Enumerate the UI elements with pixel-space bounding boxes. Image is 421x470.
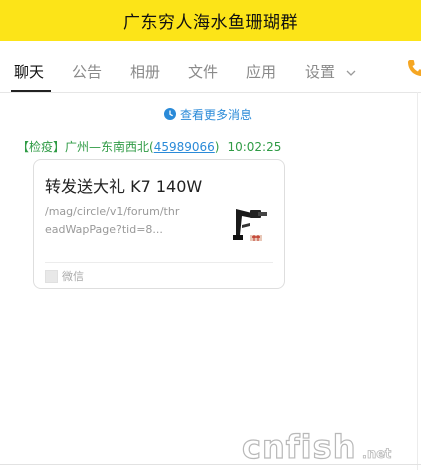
sender-name-suffix: ) [214,140,220,154]
sender-uid-link[interactable]: 45989066 [154,140,215,154]
tab-album[interactable]: 相册 [130,61,160,82]
tab-files[interactable]: 文件 [188,61,218,82]
card-title: 转发送大礼 K7 140W [45,177,203,196]
card-thumbnail [228,205,272,247]
active-tab-indicator [11,90,51,92]
bottom-divider [0,464,421,465]
view-more-messages-label: 查看更多消息 [180,107,253,122]
chevron-down-icon [346,70,356,76]
tab-announcement[interactable]: 公告 [72,61,102,82]
shared-link-card[interactable]: 转发送大礼 K7 140W /mag/circle/v1/forum/threa… [33,159,285,289]
sender-name: 【检疫】广州—东南西北( [17,140,154,154]
wechat-icon [45,269,58,283]
clock-icon [164,108,176,120]
watermark-sub: .net [362,447,391,462]
tab-apps[interactable]: 应用 [246,61,276,82]
tab-settings-label: 设置 [305,63,336,81]
card-source: 微信 [45,268,84,284]
phone-icon[interactable] [406,58,421,78]
card-url: /mag/circle/v1/forum/threadWapPage?tid=8… [45,205,180,236]
card-divider [45,262,273,263]
group-title: 广东穷人海水鱼珊瑚群 [123,13,298,33]
message-time: 10:02:25 [227,140,282,154]
watermark-text: cnfish [242,428,356,464]
page: 广东穷人海水鱼珊瑚群 聊天 公告 相册 文件 应用 设置 查看更多消息 【检疫】… [0,0,421,470]
view-more-messages-link[interactable]: 查看更多消息 [164,106,252,122]
message-sender-line: 【检疫】广州—东南西北(45989066) 10:02:25 [17,138,281,155]
panel-divider [417,92,418,470]
card-source-label: 微信 [62,270,84,283]
tab-chat[interactable]: 聊天 [14,61,44,82]
tab-bar: 聊天 公告 相册 文件 应用 设置 [0,41,421,93]
group-header: 广东穷人海水鱼珊瑚群 [0,0,421,41]
site-watermark: cnfish .net [241,427,391,464]
tab-settings[interactable]: 设置 [305,61,356,82]
